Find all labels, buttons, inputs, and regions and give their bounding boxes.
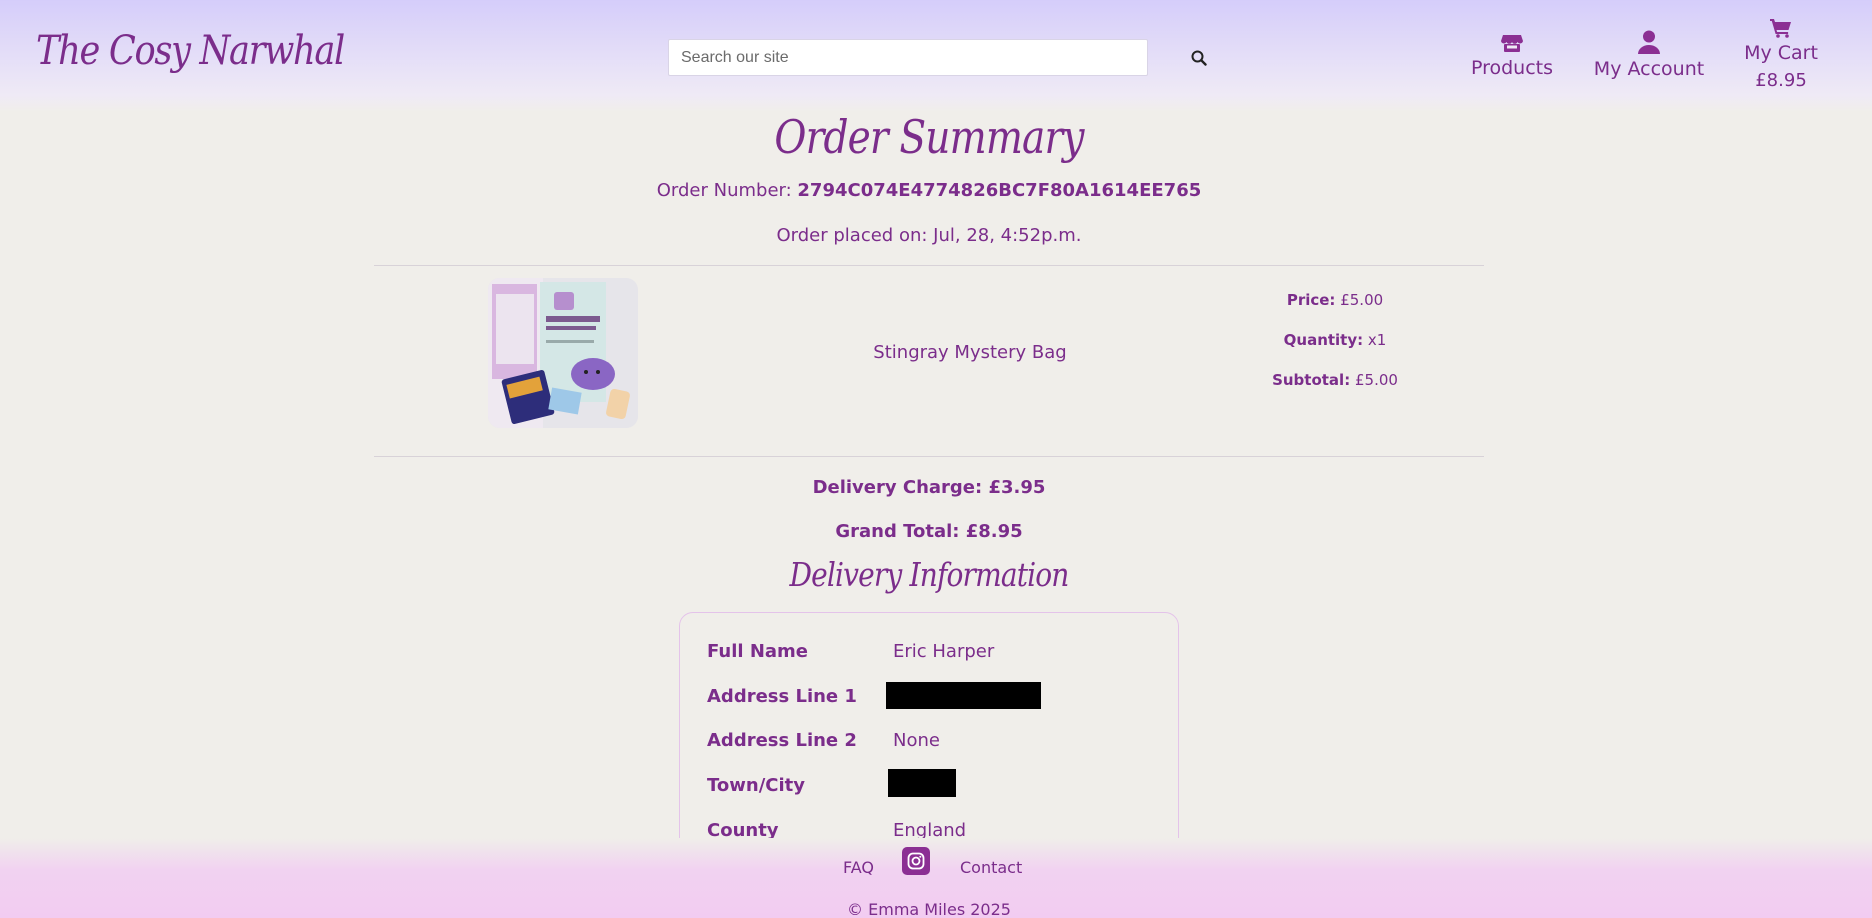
user-icon xyxy=(1638,30,1660,54)
delivery-charge: Delivery Charge: £3.95 xyxy=(812,477,1046,498)
footer-contact-link[interactable]: Contact xyxy=(960,858,1022,877)
divider xyxy=(374,265,1484,266)
store-icon xyxy=(1501,35,1523,52)
cart-icon xyxy=(1770,19,1791,38)
page-title: Order Summary xyxy=(774,110,1084,164)
nav-products[interactable]: Products xyxy=(1466,33,1558,79)
item-subtotal: Subtotal: £5.00 xyxy=(1220,360,1450,400)
order-date: Order placed on: Jul, 28, 4:52p.m. xyxy=(776,225,1082,246)
redacted-value xyxy=(886,682,1041,709)
delivery-value: None xyxy=(893,730,940,751)
order-number-value: 2794C074E4774826BC7F80A1614EE765 xyxy=(797,180,1202,201)
item-price: Price: £5.00 xyxy=(1220,280,1450,320)
quantity-label: Quantity: xyxy=(1283,331,1364,349)
delivery-title: Delivery Information xyxy=(789,555,1069,594)
site-logo[interactable]: The Cosy Narwhal xyxy=(36,28,345,74)
order-number: Order Number: 2794C074E4774826BC7F80A161… xyxy=(0,180,1858,201)
search-input[interactable] xyxy=(668,39,1148,76)
nav-account-label: My Account xyxy=(1593,58,1705,80)
subtotal-label: Subtotal: xyxy=(1272,371,1351,389)
instagram-link[interactable] xyxy=(902,847,930,875)
nav-my-cart[interactable]: My Cart £8.95 xyxy=(1740,18,1822,91)
subtotal-value: £5.00 xyxy=(1354,371,1398,389)
quantity-value: x1 xyxy=(1367,331,1387,349)
nav-cart-label: My Cart xyxy=(1744,42,1818,64)
nav-products-label: Products xyxy=(1470,57,1554,79)
redacted-value xyxy=(888,769,956,797)
footer-faq-link[interactable]: FAQ xyxy=(843,858,874,877)
price-label: Price: xyxy=(1286,291,1336,309)
grand-total: Grand Total: £8.95 xyxy=(835,521,1023,542)
search-icon xyxy=(1191,50,1207,66)
delivery-label: Address Line 2 xyxy=(707,730,857,751)
divider xyxy=(374,456,1484,457)
price-value: £5.00 xyxy=(1340,291,1384,309)
delivery-label: Address Line 1 xyxy=(707,686,857,707)
item-quantity: Quantity: x1 xyxy=(1220,320,1450,360)
nav-my-account[interactable]: My Account xyxy=(1590,30,1708,80)
product-name: Stingray Mystery Bag xyxy=(873,342,1067,363)
product-image xyxy=(488,278,638,428)
delivery-label: Town/City xyxy=(707,775,805,796)
item-pricing: Price: £5.00 Quantity: x1 Subtotal: £5.0… xyxy=(1220,280,1450,400)
site-header: The Cosy Narwhal Products My Account My … xyxy=(0,0,1872,112)
copyright: © Emma Miles 2025 xyxy=(847,900,1011,918)
cart-total: £8.95 xyxy=(1755,70,1807,91)
search-button[interactable] xyxy=(1178,39,1220,76)
delivery-value: Eric Harper xyxy=(893,641,995,662)
delivery-label: Full Name xyxy=(707,641,808,662)
instagram-icon xyxy=(907,852,925,870)
site-footer: FAQ Contact © Emma Miles 2025 xyxy=(0,838,1872,918)
order-number-label: Order Number: xyxy=(656,180,792,201)
